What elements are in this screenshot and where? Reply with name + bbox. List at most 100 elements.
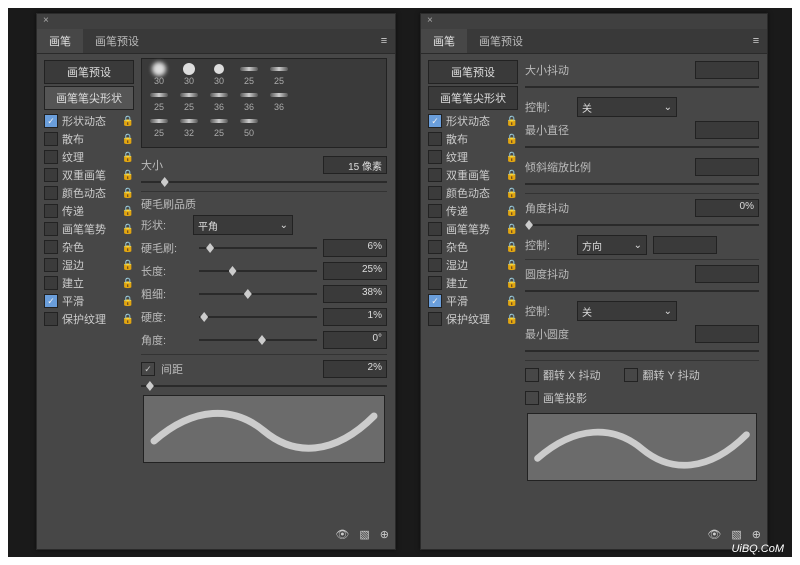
sidebar-item-label[interactable]: 保护纹理: [446, 311, 506, 327]
brush-preset[interactable]: 50: [234, 113, 264, 139]
thickness-slider[interactable]: [244, 289, 252, 299]
create-brush-icon[interactable]: ⊕: [380, 528, 389, 541]
lock-icon[interactable]: 🔒: [506, 314, 518, 325]
sidebar-checkbox[interactable]: [428, 276, 442, 290]
sidebar-checkbox[interactable]: [44, 312, 58, 326]
spacing-input[interactable]: 2%: [323, 360, 387, 378]
lock-icon[interactable]: 🔒: [122, 152, 134, 163]
sidebar-item-label[interactable]: 形状动态: [62, 113, 122, 129]
sidebar-checkbox[interactable]: [428, 204, 442, 218]
sidebar-checkbox[interactable]: [428, 150, 442, 164]
panel-menu-icon[interactable]: ≡: [745, 29, 767, 53]
brush-preset[interactable]: 36: [204, 87, 234, 113]
sidebar-checkbox[interactable]: [44, 276, 58, 290]
tab-preset[interactable]: 画笔预设: [467, 29, 535, 53]
min-roundness-slider[interactable]: [525, 346, 759, 356]
toggle-preview-icon[interactable]: 👁: [335, 528, 349, 541]
brush-preset-button[interactable]: 画笔预设: [428, 60, 518, 84]
angle-input[interactable]: 0°: [323, 331, 387, 349]
control-select-2[interactable]: 方向⌄: [577, 235, 647, 255]
angle-jitter-input[interactable]: 0%: [695, 199, 759, 217]
lock-icon[interactable]: 🔒: [122, 314, 134, 325]
spacing-slider[interactable]: [141, 381, 387, 391]
thickness-input[interactable]: 38%: [323, 285, 387, 303]
sidebar-item-label[interactable]: 颜色动态: [62, 185, 122, 201]
sidebar-item-label[interactable]: 形状动态: [446, 113, 506, 129]
sidebar-checkbox[interactable]: [44, 204, 58, 218]
size-input[interactable]: 15 像素: [323, 156, 387, 174]
sidebar-checkbox[interactable]: [44, 240, 58, 254]
bristle-input[interactable]: 6%: [323, 239, 387, 257]
panel-menu-icon[interactable]: ≡: [373, 29, 395, 53]
lock-icon[interactable]: 🔒: [122, 134, 134, 145]
sidebar-checkbox[interactable]: [428, 222, 442, 236]
close-icon[interactable]: ×: [43, 15, 49, 26]
tab-brush[interactable]: 画笔: [421, 29, 467, 53]
size-slider[interactable]: [141, 177, 387, 187]
sidebar-checkbox[interactable]: [428, 312, 442, 326]
lock-icon[interactable]: 🔒: [506, 116, 518, 127]
sidebar-checkbox[interactable]: [428, 240, 442, 254]
sidebar-checkbox[interactable]: [44, 132, 58, 146]
min-diameter-input[interactable]: [695, 121, 759, 139]
lock-icon[interactable]: 🔒: [506, 170, 518, 181]
tilt-scale-input[interactable]: [695, 158, 759, 176]
sidebar-checkbox[interactable]: [44, 186, 58, 200]
control-select-1[interactable]: 关⌄: [577, 97, 677, 117]
sidebar-item-label[interactable]: 纹理: [446, 149, 506, 165]
lock-icon[interactable]: 🔒: [122, 206, 134, 217]
sidebar-item-label[interactable]: 平滑: [62, 293, 122, 309]
lock-icon[interactable]: 🔒: [506, 242, 518, 253]
brush-tip-presets[interactable]: 3030302525 2525363636 25322550: [141, 58, 387, 148]
brush-preset[interactable]: 25: [234, 61, 264, 87]
lock-icon[interactable]: 🔒: [506, 134, 518, 145]
hardness-input[interactable]: 1%: [323, 308, 387, 326]
size-jitter-slider[interactable]: [525, 82, 759, 92]
roundness-jitter-slider[interactable]: [525, 286, 759, 296]
min-roundness-input[interactable]: [695, 325, 759, 343]
sidebar-item-label[interactable]: 湿边: [62, 257, 122, 273]
sidebar-checkbox[interactable]: [428, 258, 442, 272]
lock-icon[interactable]: 🔒: [506, 296, 518, 307]
sidebar-checkbox[interactable]: [44, 168, 58, 182]
sidebar-item-label[interactable]: 双重画笔: [446, 167, 506, 183]
brush-preset[interactable]: 36: [234, 87, 264, 113]
angle-slider[interactable]: [258, 335, 266, 345]
hardness-slider[interactable]: [200, 312, 208, 322]
create-brush-icon[interactable]: ⊕: [752, 528, 761, 541]
sidebar-item-label[interactable]: 散布: [446, 131, 506, 147]
lock-icon[interactable]: 🔒: [506, 260, 518, 271]
sidebar-item-label[interactable]: 建立: [446, 275, 506, 291]
sidebar-checkbox[interactable]: ✓: [428, 114, 442, 128]
brush-preset[interactable]: 30: [204, 61, 234, 87]
shape-select[interactable]: 平角⌄: [193, 215, 293, 235]
brush-preset[interactable]: 30: [174, 61, 204, 87]
lock-icon[interactable]: 🔒: [506, 278, 518, 289]
lock-icon[interactable]: 🔒: [506, 152, 518, 163]
brush-preset[interactable]: 25: [204, 113, 234, 139]
roundness-jitter-input[interactable]: [695, 265, 759, 283]
sidebar-item-label[interactable]: 保护纹理: [62, 311, 122, 327]
brush-preset[interactable]: 25: [264, 61, 294, 87]
toggle-preview-icon[interactable]: 👁: [707, 528, 721, 541]
brush-preset-button[interactable]: 画笔预设: [44, 60, 134, 84]
brush-projection-checkbox[interactable]: [525, 391, 539, 405]
sidebar-checkbox[interactable]: [428, 186, 442, 200]
lock-icon[interactable]: 🔒: [122, 296, 134, 307]
sidebar-item-label[interactable]: 颜色动态: [446, 185, 506, 201]
sidebar-checkbox[interactable]: [44, 258, 58, 272]
control-select-3[interactable]: 关⌄: [577, 301, 677, 321]
sidebar-checkbox[interactable]: [44, 222, 58, 236]
sidebar-item-label[interactable]: 湿边: [446, 257, 506, 273]
sidebar-item-label[interactable]: 建立: [62, 275, 122, 291]
sidebar-checkbox[interactable]: ✓: [428, 294, 442, 308]
brush-tip-shape-button[interactable]: 画笔笔尖形状: [428, 86, 518, 110]
new-preset-icon[interactable]: ▧: [359, 528, 369, 541]
brush-tip-shape-button[interactable]: 画笔笔尖形状: [44, 86, 134, 110]
brush-preset[interactable]: 25: [144, 113, 174, 139]
sidebar-item-label[interactable]: 散布: [62, 131, 122, 147]
brush-preset[interactable]: 25: [144, 87, 174, 113]
length-slider[interactable]: [229, 266, 237, 276]
sidebar-item-label[interactable]: 画笔笔势: [62, 221, 122, 237]
flip-x-checkbox[interactable]: [525, 368, 539, 382]
